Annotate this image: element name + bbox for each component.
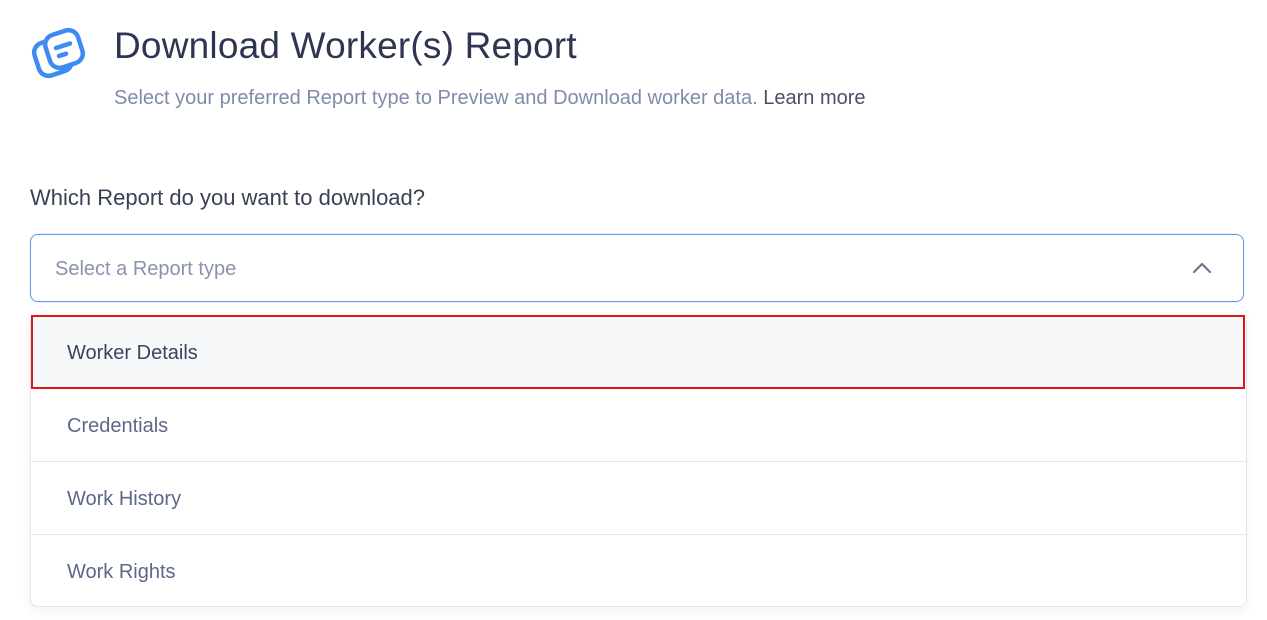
- report-question-label: Which Report do you want to download?: [30, 185, 426, 210]
- option-label: Worker Details: [67, 342, 198, 364]
- option-work-history[interactable]: Work History: [31, 462, 1246, 535]
- subtitle-text: Select your preferred Report type to Pre…: [114, 87, 758, 109]
- learn-more-link[interactable]: Learn more: [763, 87, 865, 109]
- download-report-page: Download Worker(s) Report Select your pr…: [0, 0, 1267, 620]
- page-title: Download Worker(s) Report: [114, 25, 577, 66]
- report-type-select[interactable]: Select a Report type: [30, 234, 1244, 302]
- report-type-placeholder: Select a Report type: [55, 258, 237, 280]
- option-label: Credentials: [67, 415, 169, 437]
- option-label: Work History: [67, 488, 182, 510]
- report-type-dropdown: Worker Details Credentials Work History …: [30, 315, 1247, 607]
- page-subtitle: Select your preferred Report type to Pre…: [114, 85, 866, 111]
- report-document-icon: [30, 26, 90, 82]
- option-worker-details[interactable]: Worker Details: [31, 316, 1246, 389]
- option-credentials[interactable]: Credentials: [31, 389, 1246, 462]
- option-label: Work Rights: [67, 561, 176, 583]
- option-work-rights[interactable]: Work Rights: [31, 535, 1246, 606]
- chevron-up-icon[interactable]: [1191, 260, 1213, 276]
